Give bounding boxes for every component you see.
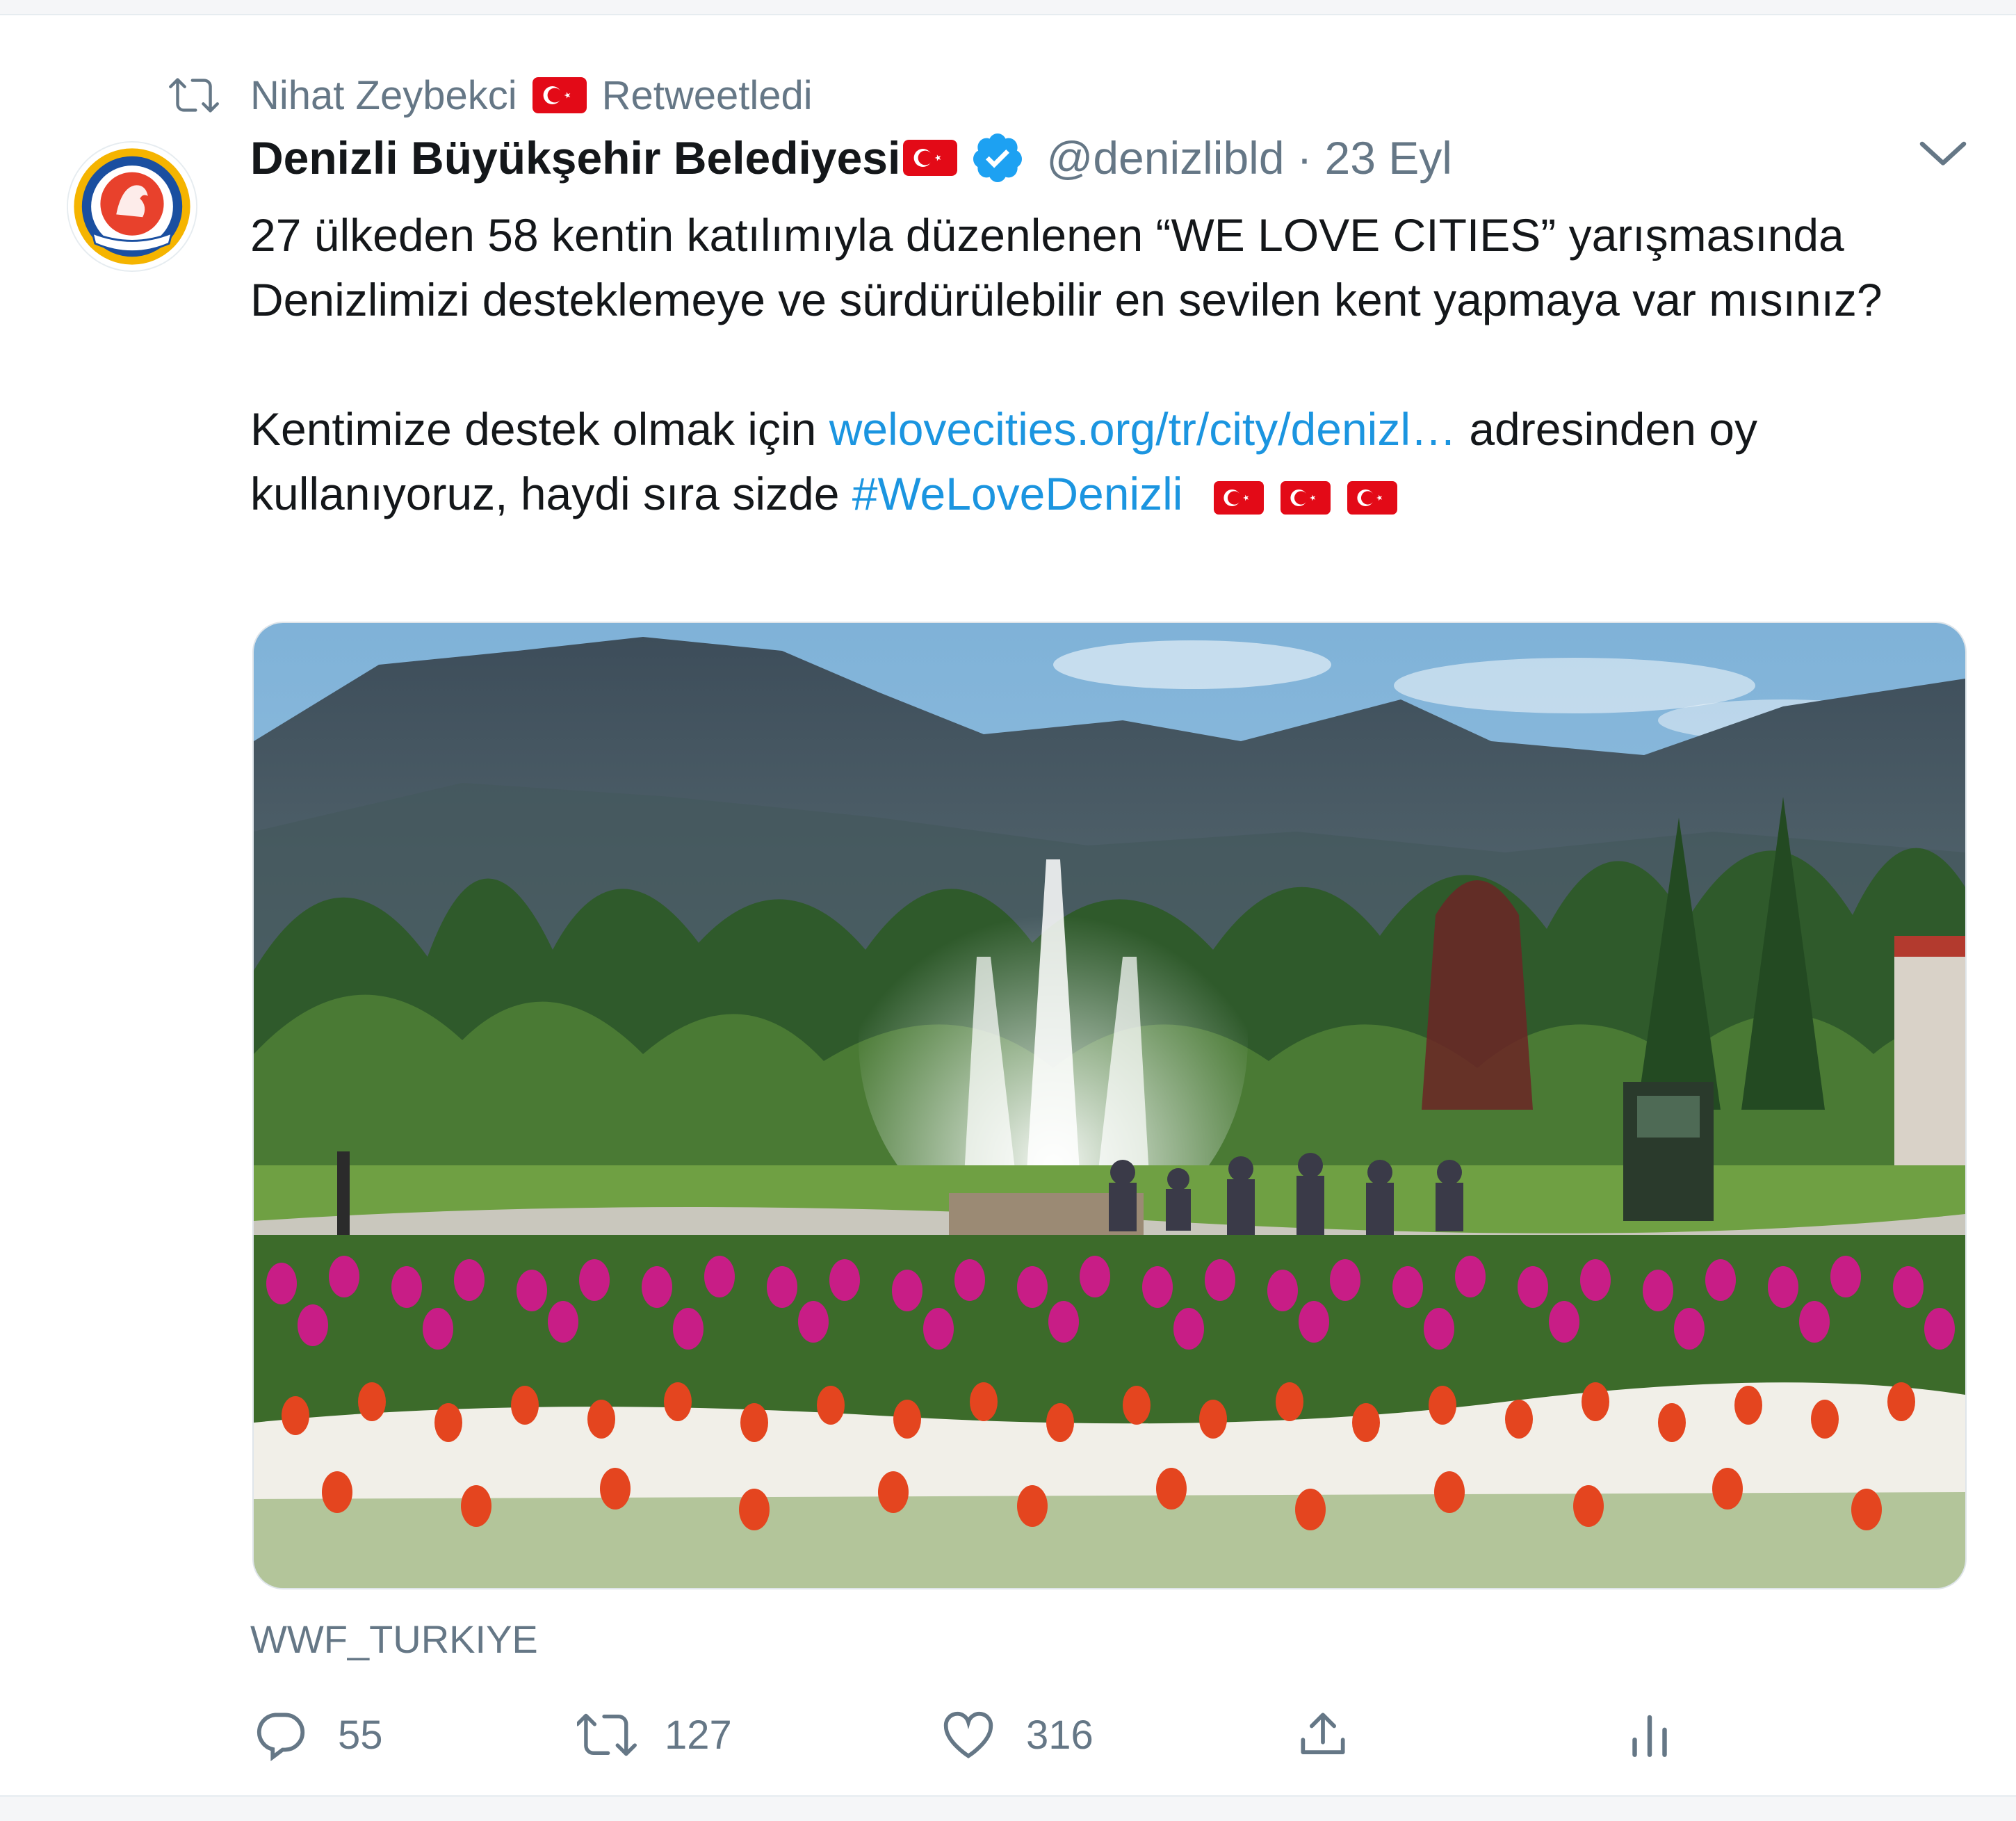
avatar[interactable] [66, 140, 198, 273]
verified-badge-icon [973, 133, 1023, 182]
reply-button[interactable]: 55 [250, 1705, 383, 1765]
retweeted-label: Retweetledi [601, 72, 813, 118]
separator: · [1296, 132, 1312, 184]
heart-icon [943, 1712, 993, 1758]
external-link[interactable]: welovecities.org/tr/city/denizl… [829, 403, 1456, 455]
tweet-actions: 55 127 316 [250, 1705, 1960, 1774]
turkey-flag-icon [532, 77, 587, 113]
hashtag-link[interactable]: #WeLoveDenizli [852, 468, 1183, 519]
retweet-icon [169, 78, 219, 113]
share-icon [1301, 1713, 1345, 1754]
tweet-paragraph-1: 27 ülkeden 58 kentin katılımıyla düzenle… [250, 209, 1883, 325]
turkey-flag-icon [1347, 480, 1397, 515]
handle[interactable]: @denizlibld [1046, 131, 1284, 184]
share-button[interactable] [1293, 1705, 1381, 1765]
retweet-context: Nihat Zeybekci Retweetledi [167, 64, 813, 127]
display-name[interactable]: Denizli Büyükşehir Belediyesi [250, 131, 900, 184]
chevron-down-icon[interactable] [1919, 137, 1967, 172]
like-button[interactable]: 316 [938, 1705, 1094, 1765]
like-count: 316 [1026, 1712, 1094, 1758]
tweet-photo[interactable] [252, 622, 1967, 1589]
park-photo-illustration [254, 623, 1965, 1588]
retweeter-name[interactable]: Nihat Zeybekci [250, 72, 517, 119]
retweet-count: 127 [665, 1712, 732, 1758]
turkey-flag-icon [1280, 480, 1331, 515]
tweet-paragraph-2: Kentimize destek olmak için welovecities… [250, 397, 1974, 526]
tweet-card[interactable]: Nihat Zeybekci Retweetledi Denizli Büyük… [0, 14, 2016, 1797]
retweet-button[interactable]: 127 [577, 1705, 732, 1765]
reply-count: 55 [338, 1712, 383, 1758]
reply-icon [257, 1713, 305, 1761]
retweet-icon [577, 1713, 637, 1756]
tweet-date[interactable]: 23 Eyl [1325, 131, 1452, 184]
paragraph-2-prefix: Kentimize destek olmak için [250, 403, 817, 455]
tweet-text: 27 ülkeden 58 kentin katılımıyla düzenle… [250, 203, 1974, 526]
analytics-button[interactable] [1620, 1705, 1707, 1765]
media-credit[interactable]: WWF_TURKIYE [250, 1617, 538, 1662]
analytics-icon [1632, 1715, 1667, 1757]
turkey-flag-icon [1213, 480, 1264, 515]
tweet-header: Denizli Büyükşehir Belediyesi @denizlibl… [250, 130, 1452, 186]
turkey-flag-icon [903, 140, 958, 176]
